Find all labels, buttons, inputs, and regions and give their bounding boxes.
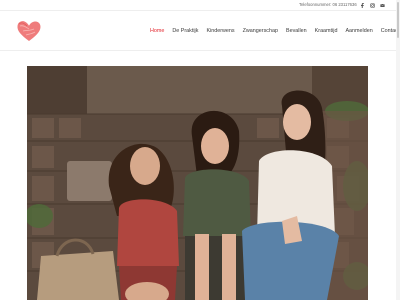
- nav-de-praktijk[interactable]: De Praktijk: [172, 26, 198, 36]
- scrollbar[interactable]: [396, 0, 400, 300]
- nav-kinderwens[interactable]: Kinderwens: [206, 26, 234, 36]
- nav-zwangerschap[interactable]: Zwangerschap: [243, 26, 278, 36]
- main-navigation: Home De Praktijk Kinderwens Zwangerschap…: [150, 26, 399, 36]
- site-header: Home De Praktijk Kinderwens Zwangerschap…: [0, 11, 400, 51]
- scrollbar-thumb[interactable]: [397, 2, 399, 38]
- heart-logo-icon[interactable]: [15, 17, 43, 45]
- instagram-icon[interactable]: [369, 2, 375, 8]
- phone-number: Telefoonnummer: 06 23117636: [299, 2, 357, 7]
- facebook-icon[interactable]: [359, 2, 365, 8]
- nav-kraamtijd[interactable]: Kraamtijd: [315, 26, 338, 36]
- top-bar: Telefoonnummer: 06 23117636: [0, 0, 400, 11]
- hero-photo: [27, 66, 368, 300]
- mail-icon[interactable]: [379, 2, 385, 8]
- nav-aanmelden[interactable]: Aanmelden: [345, 26, 372, 36]
- photo-three-women-icon: [27, 66, 368, 300]
- nav-home[interactable]: Home: [150, 26, 164, 36]
- page: Telefoonnummer: 06 23117636 Home De Prak…: [0, 0, 400, 300]
- nav-bevallen[interactable]: Bevallen: [286, 26, 307, 36]
